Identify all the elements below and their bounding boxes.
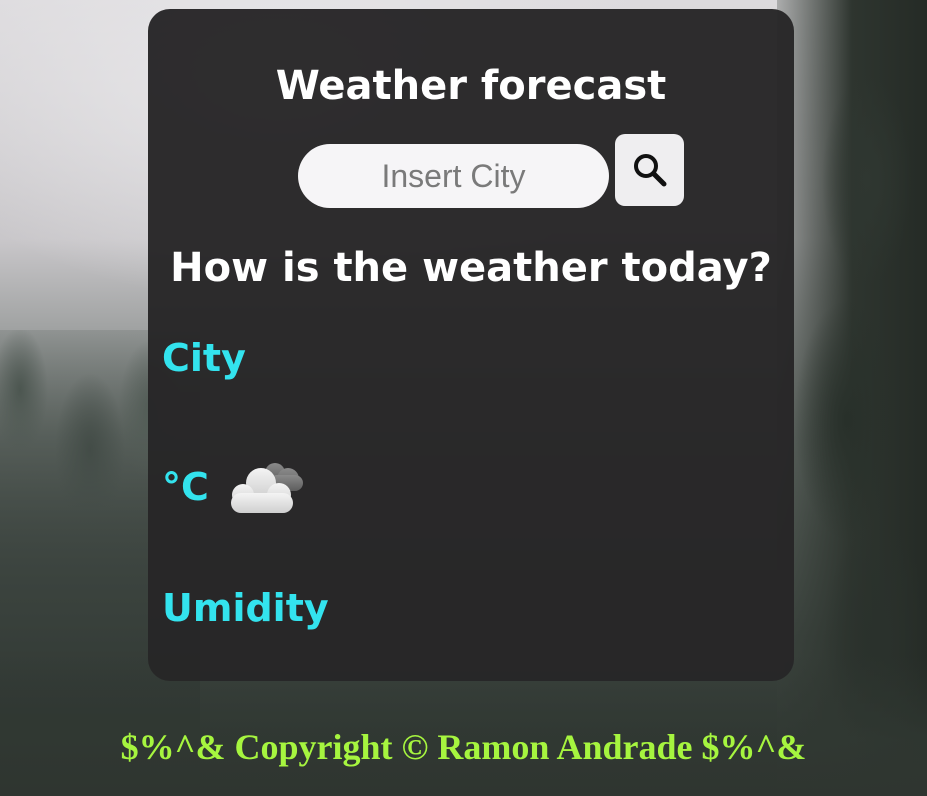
weather-question-heading: How is the weather today? bbox=[170, 245, 772, 291]
temperature-value: °C bbox=[162, 465, 209, 509]
weather-card: Weather forecast How is the weather toda… bbox=[148, 9, 794, 681]
humidity-label: Umidity bbox=[162, 586, 329, 630]
temperature-row: °C bbox=[162, 457, 305, 517]
copyright-footer: $%^& Copyright © Ramon Andrade $%^& bbox=[120, 727, 807, 767]
cloud-icon bbox=[230, 463, 303, 513]
search-icon bbox=[633, 154, 666, 187]
page-title: Weather forecast bbox=[275, 63, 667, 109]
city-label: City bbox=[162, 336, 246, 380]
city-search-input[interactable] bbox=[298, 144, 609, 208]
search-button[interactable] bbox=[615, 134, 684, 206]
search-bar bbox=[298, 134, 688, 208]
